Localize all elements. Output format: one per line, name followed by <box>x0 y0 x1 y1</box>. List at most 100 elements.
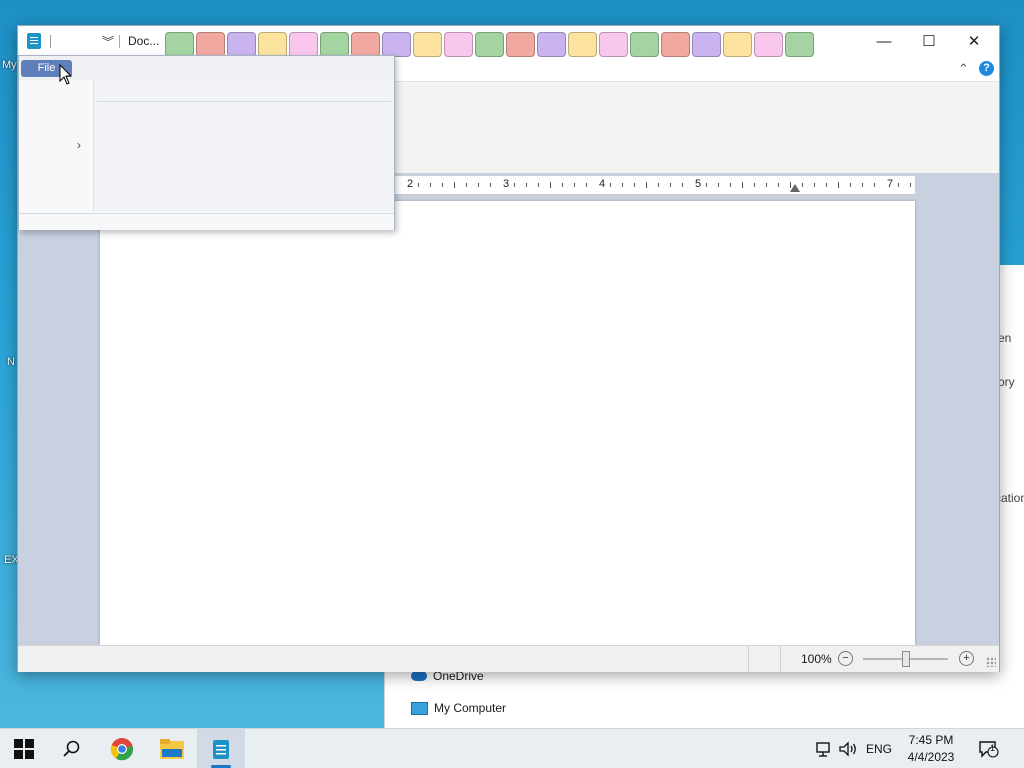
file-menu-footer <box>19 213 394 230</box>
search-button[interactable] <box>48 729 96 768</box>
ruler-tick <box>706 183 707 187</box>
desktop-icon-label: N <box>7 356 15 368</box>
ruler-number: 7 <box>887 178 894 190</box>
customize-qat-arrow-icon[interactable]: ︾ <box>102 33 114 50</box>
zoom-in-button[interactable]: + <box>959 651 974 666</box>
color-swatch-button[interactable] <box>258 32 287 57</box>
resize-grip-icon[interactable] <box>986 657 996 667</box>
ruler-tick <box>562 183 563 187</box>
collapse-ribbon-icon[interactable]: ⌃ <box>958 61 969 77</box>
nav-item-label: My Computer <box>434 701 507 715</box>
chrome-icon <box>110 738 134 761</box>
network-icon <box>816 742 830 757</box>
color-swatch-button[interactable] <box>320 32 349 57</box>
clock-time: 7:45 PM <box>908 733 954 747</box>
ruler-tick <box>754 183 755 187</box>
ruler-number: 2 <box>407 178 414 190</box>
tray-volume[interactable] <box>838 729 858 768</box>
color-swatch-button[interactable] <box>785 32 814 57</box>
color-swatch-button[interactable] <box>506 32 535 57</box>
taskbar-wordpad[interactable] <box>197 729 245 768</box>
mouse-cursor-icon <box>59 64 73 85</box>
color-swatch-button[interactable] <box>382 32 411 57</box>
ruler-tick <box>910 183 911 187</box>
start-button[interactable] <box>0 729 48 768</box>
volume-icon <box>839 741 856 757</box>
ruler-tick <box>658 183 659 187</box>
zoom-level: 100% <box>801 652 832 666</box>
title-bar: ︾ Doc... — ☐ ✕ <box>18 26 999 58</box>
qat-divider <box>50 35 51 48</box>
notification-count: 1 <box>990 743 996 753</box>
ruler-tick <box>670 183 671 187</box>
desktop-icon-label: My <box>2 59 17 71</box>
zoom-out-button[interactable]: − <box>838 651 853 666</box>
ruler-tick <box>646 182 647 188</box>
ruler-tick <box>682 183 683 187</box>
cut-text: en <box>998 331 1012 345</box>
ruler-tick <box>634 183 635 187</box>
ruler-tick <box>514 183 515 187</box>
nav-item-my-computer[interactable]: My Computer <box>411 701 506 715</box>
qat-divider <box>119 35 120 48</box>
color-swatch-button[interactable] <box>475 32 504 57</box>
close-button[interactable]: ✕ <box>951 26 997 56</box>
ruler-tick <box>814 183 815 187</box>
ruler-tick <box>730 183 731 187</box>
wordpad-app-icon[interactable] <box>27 33 41 49</box>
ruler-number: 5 <box>695 178 702 190</box>
file-menu-recent-pane <box>94 80 394 212</box>
notification-icon <box>979 741 999 758</box>
ruler-tick <box>538 183 539 187</box>
color-swatch-button[interactable] <box>599 32 628 57</box>
zoom-slider-thumb[interactable] <box>902 651 910 667</box>
taskbar-chrome[interactable] <box>98 729 146 768</box>
ruler-tick <box>418 183 419 187</box>
color-swatch-button[interactable] <box>444 32 473 57</box>
color-swatch-button[interactable] <box>723 32 752 57</box>
tray-network[interactable] <box>814 729 832 768</box>
minimize-button[interactable]: — <box>861 26 907 56</box>
file-menu-popup: File › <box>18 55 395 230</box>
notification-center-button[interactable]: 1 <box>978 729 1000 768</box>
chevron-right-icon[interactable]: › <box>77 138 81 152</box>
onedrive-cloud-icon <box>411 671 427 681</box>
taskbar-file-explorer[interactable] <box>148 729 196 768</box>
ruler-tick <box>442 183 443 187</box>
ruler-tick <box>778 183 779 187</box>
windows-logo-icon <box>14 739 34 759</box>
color-swatch-button[interactable] <box>289 32 318 57</box>
color-swatch-button[interactable] <box>568 32 597 57</box>
ruler-tick <box>802 183 803 187</box>
ruler-tick <box>610 183 611 187</box>
ruler-tick <box>826 183 827 187</box>
ruler-tick <box>454 182 455 188</box>
color-swatch-button[interactable] <box>165 32 194 57</box>
color-swatch-button[interactable] <box>227 32 256 57</box>
taskbar-clock[interactable]: 7:45 PM 4/4/2023 <box>898 732 964 766</box>
ruler-tick <box>622 183 623 187</box>
ruler-tick <box>838 182 839 188</box>
maximize-button[interactable]: ☐ <box>906 26 952 56</box>
ruler-tick <box>466 183 467 187</box>
status-divider <box>748 646 749 672</box>
document-workspace: 2 3 4 5 7 <box>18 173 999 645</box>
ruler-tick <box>766 183 767 187</box>
color-swatch-button[interactable] <box>661 32 690 57</box>
color-swatch-button[interactable] <box>692 32 721 57</box>
ruler-tick <box>874 183 875 187</box>
color-swatch-button[interactable] <box>351 32 380 57</box>
color-swatch-button[interactable] <box>196 32 225 57</box>
ruler-tick <box>526 183 527 187</box>
color-swatch-button[interactable] <box>537 32 566 57</box>
color-swatch-button[interactable] <box>630 32 659 57</box>
document-page[interactable] <box>100 201 915 645</box>
language-indicator[interactable]: ENG <box>866 729 892 768</box>
right-indent-marker-icon[interactable] <box>790 184 800 192</box>
ruler-tick <box>862 183 863 187</box>
ruler-tick <box>718 183 719 187</box>
color-swatch-button[interactable] <box>754 32 783 57</box>
help-icon[interactable]: ? <box>979 61 994 76</box>
ruler-tick <box>742 182 743 188</box>
color-swatch-button[interactable] <box>413 32 442 57</box>
